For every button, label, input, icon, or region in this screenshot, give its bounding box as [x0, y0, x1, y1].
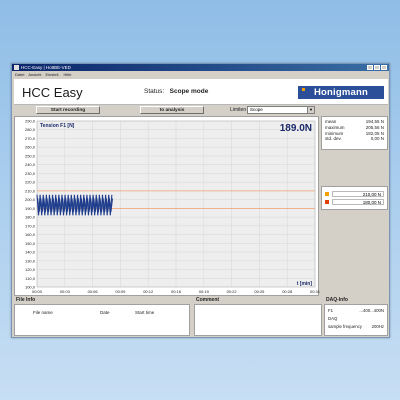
status-label: Status:: [144, 88, 165, 95]
app-header: HCC Easy Status: Scope mode Honigmann: [14, 79, 388, 105]
menu-item-file[interactable]: Datei: [15, 72, 24, 77]
y-tick-label: 290,0: [25, 119, 36, 124]
x-tick-label: 00:09: [115, 289, 126, 294]
y-tick-label: 140,0: [25, 250, 36, 255]
to-analysis-button[interactable]: to analysis: [140, 106, 204, 114]
status-value: Scope mode: [169, 88, 209, 95]
y-tick-label: 110,0: [25, 276, 35, 281]
close-button[interactable]: [381, 65, 387, 70]
limits-label: Limiten: [230, 107, 247, 113]
current-value-readout: 189.0N: [280, 123, 312, 134]
daq-row-daq: DAQ: [328, 316, 338, 321]
chevron-down-icon[interactable]: ▼: [307, 107, 314, 113]
y-tick-label: 270,0: [25, 136, 36, 141]
menu-bar: Datei Ansicht Einstell. Hilfe: [12, 71, 389, 77]
y-tick-label: 260,0: [25, 145, 36, 150]
logo-text: Honigmann: [313, 87, 369, 98]
bottom-panel: File Info Comment DAQ-Info File name Dat…: [14, 297, 388, 337]
y-tick-label: 120,0: [25, 267, 36, 272]
y-tick-label: 150,0: [25, 241, 36, 246]
y-tick-label: 240,0: [25, 162, 36, 167]
app-title: HCC Easy: [22, 85, 83, 100]
side-panel: mean 194,55 N maximum 205,56 N minimum 182,…: [321, 116, 388, 296]
date-header: Date: [100, 310, 110, 315]
file-name-header: File name: [33, 310, 53, 315]
file-info-title: File Info: [16, 297, 36, 303]
start-recording-button[interactable]: Start recording: [36, 106, 100, 114]
x-tick-label: 00:19: [199, 289, 210, 294]
comment-field[interactable]: [194, 304, 322, 336]
lower-limit-row: 180,00 N: [325, 198, 384, 206]
daq-row-sample-frequency: sample frequency 200Hz: [328, 324, 384, 329]
x-tick-label: 00:00: [32, 289, 43, 294]
y-tick-label: 170,0: [25, 223, 36, 228]
toolbar: Start recording to analysis Limiten Scop…: [14, 105, 388, 115]
comment-title: Comment: [196, 297, 220, 303]
x-tick-label: 00:25: [254, 289, 265, 294]
x-tick-label: 00:28: [282, 289, 293, 294]
daq-row-f1: F1 ...400...400N: [328, 308, 384, 313]
x-tick-label: 00:03: [60, 289, 71, 294]
file-info-box: File name Date Start time: [14, 304, 190, 336]
lower-limit-indicator-icon: [325, 200, 329, 204]
upper-limit-row: 210,00 N: [325, 190, 384, 198]
y-tick-label: 190,0: [25, 206, 36, 211]
y-tick-label: 160,0: [25, 232, 36, 237]
status-text: Status: Scope mode: [144, 88, 208, 95]
menu-item-settings[interactable]: Einstell.: [45, 72, 59, 77]
y-tick-label: 200,0: [25, 197, 36, 202]
app-icon: [14, 65, 19, 70]
logo-mark-icon: [302, 88, 305, 91]
upper-limit-indicator-icon: [325, 192, 329, 196]
x-axis-label: t [min]: [297, 281, 313, 287]
upper-limit-field[interactable]: 210,00 N: [332, 191, 384, 197]
x-tick-label: 00:16: [171, 289, 182, 294]
tension-chart: 290,0 280,0 270,0 260,0 250,0 240,0 230,0 220,0…: [14, 116, 320, 296]
menu-item-help[interactable]: Hilfe: [63, 72, 71, 77]
minimize-button[interactable]: [367, 65, 373, 70]
app-window: HCC-Easy | HottBE-VED Datei Ansicht Eins…: [11, 63, 390, 338]
menu-item-view[interactable]: Ansicht: [28, 72, 41, 77]
limits-dropdown[interactable]: Scope ▼: [247, 106, 315, 114]
series-label: Tension F1 [N]: [40, 123, 75, 129]
start-time-header: Start time: [135, 310, 155, 315]
x-tick-label: 00:12: [143, 289, 154, 294]
x-tick-label: 00:31: [310, 289, 320, 294]
y-tick-label: 230,0: [25, 171, 36, 176]
limits-dropdown-value: Scope: [250, 107, 263, 112]
y-tick-label: 280,0: [25, 127, 36, 132]
window-title: HCC-Easy | HottBE-VED: [21, 65, 71, 70]
y-tick-label: 180,0: [25, 215, 36, 220]
y-tick-label: 220,0: [25, 180, 36, 185]
honigmann-logo: Honigmann: [298, 86, 384, 99]
statistics-box: mean 194,55 N maximum 205,56 N minimum 182,…: [321, 116, 388, 150]
y-tick-label: 130,0: [25, 258, 36, 263]
stat-row-std-dev: std. dev. 0,00 N: [325, 136, 384, 142]
maximize-button[interactable]: [374, 65, 380, 70]
title-bar: HCC-Easy | HottBE-VED: [12, 64, 389, 71]
daq-info-box: F1 ...400...400N DAQ sample frequency 200H…: [324, 304, 388, 336]
daq-info-title: DAQ-Info: [326, 297, 348, 303]
x-tick-label: 00:22: [227, 289, 238, 294]
x-tick-label: 00:06: [88, 289, 99, 294]
lower-limit-field[interactable]: 180,00 N: [332, 199, 384, 205]
limits-box: 210,00 N 180,00 N: [321, 186, 388, 210]
y-tick-label: 250,0: [25, 153, 36, 158]
y-tick-label: 210,0: [25, 188, 36, 193]
chart-canvas: 290,0 280,0 270,0 260,0 250,0 240,0 230,0 220,0…: [25, 119, 320, 295]
